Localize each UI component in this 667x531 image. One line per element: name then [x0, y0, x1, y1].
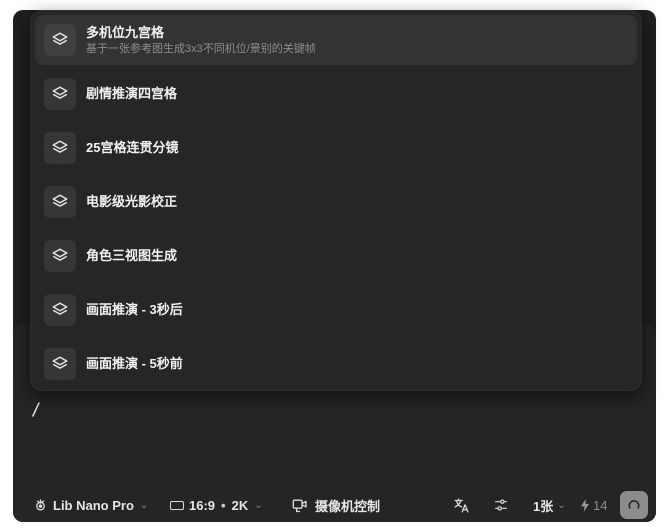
layers-icon: [44, 78, 76, 110]
layers-icon: [44, 294, 76, 326]
layers-icon: [44, 186, 76, 218]
layers-icon: [44, 348, 76, 380]
camera-control-label: 摄像机控制: [315, 498, 381, 514]
chevron-down-icon: ⌄: [139, 499, 149, 511]
chevron-down-icon: ⌄: [254, 499, 263, 511]
menu-item-plot-four-grid[interactable]: 剧情推演四宫格: [35, 70, 637, 118]
menu-item-title: 多机位九宫格: [86, 24, 165, 40]
menu-item-scene-3s-after[interactable]: 画面推演 - 3秒后: [35, 286, 637, 334]
aspect-ratio-icon: [170, 500, 184, 510]
menu-item-title: 电影级光影校正: [86, 194, 178, 209]
camera-control-button[interactable]: 摄像机控制: [292, 488, 380, 522]
menu-item-25-grid-storyboard[interactable]: 25宫格连贯分镜: [35, 124, 637, 172]
menu-item-title: 画面推演 - 5秒前: [86, 356, 183, 371]
model-logo-icon: [33, 498, 48, 513]
layers-icon: [44, 240, 76, 272]
app-window: / 多机位九宫格 基于一张参考图生成3x3不同机位/景别的关键帧 剧情推演四宫格: [0, 0, 667, 531]
settings-sliders-button[interactable]: [493, 488, 509, 522]
menu-item-title: 25宫格连贯分镜: [86, 140, 179, 155]
menu-item-subtitle: 基于一张参考图生成3x3不同机位/景别的关键帧: [86, 42, 316, 55]
menu-item-cinematic-lighting[interactable]: 电影级光影校正: [35, 178, 637, 226]
credits-indicator: 14: [580, 488, 607, 522]
credits-value: 14: [593, 497, 608, 513]
menu-item-scene-5s-before[interactable]: 画面推演 - 5秒前: [35, 340, 637, 388]
translate-button[interactable]: [453, 488, 470, 522]
menu-item-title: 剧情推演四宫格: [86, 86, 178, 101]
menu-item-character-three-view[interactable]: 角色三视图生成: [35, 232, 637, 280]
resolution-label: 2K: [231, 497, 249, 513]
translate-icon: [453, 497, 470, 514]
prompt-input-value[interactable]: /: [31, 400, 41, 420]
slash-command-menu: 多机位九宫格 基于一张参考图生成3x3不同机位/景别的关键帧 剧情推演四宫格 2…: [30, 10, 642, 391]
layers-icon: [44, 24, 76, 56]
camera-icon: [292, 498, 308, 513]
image-count-label: 1张: [533, 498, 554, 514]
loading-spinner-icon: [627, 498, 641, 512]
menu-item-title: 画面推演 - 3秒后: [86, 302, 183, 317]
chevron-down-icon: ⌄: [557, 499, 566, 511]
separator-dot: •: [221, 497, 226, 513]
image-count-selector[interactable]: 1张 ⌄: [533, 488, 566, 522]
model-selector[interactable]: Lib Nano Pro ⌄: [33, 488, 148, 522]
generate-button[interactable]: [620, 491, 648, 519]
model-label: Lib Nano Pro: [53, 497, 134, 513]
sliders-icon: [493, 497, 509, 513]
ratio-resolution-selector[interactable]: 16:9 • 2K ⌄: [170, 488, 263, 522]
ratio-label: 16:9: [189, 497, 216, 513]
layers-icon: [44, 132, 76, 164]
menu-item-title: 角色三视图生成: [86, 248, 178, 263]
menu-item-multi-camera-grid[interactable]: 多机位九宫格 基于一张参考图生成3x3不同机位/景别的关键帧: [35, 15, 637, 65]
bolt-icon: [580, 498, 590, 512]
bottom-toolbar: Lib Nano Pro ⌄ 16:9 • 2K ⌄ 摄像机控制 1张 ⌄ 14: [13, 488, 656, 522]
